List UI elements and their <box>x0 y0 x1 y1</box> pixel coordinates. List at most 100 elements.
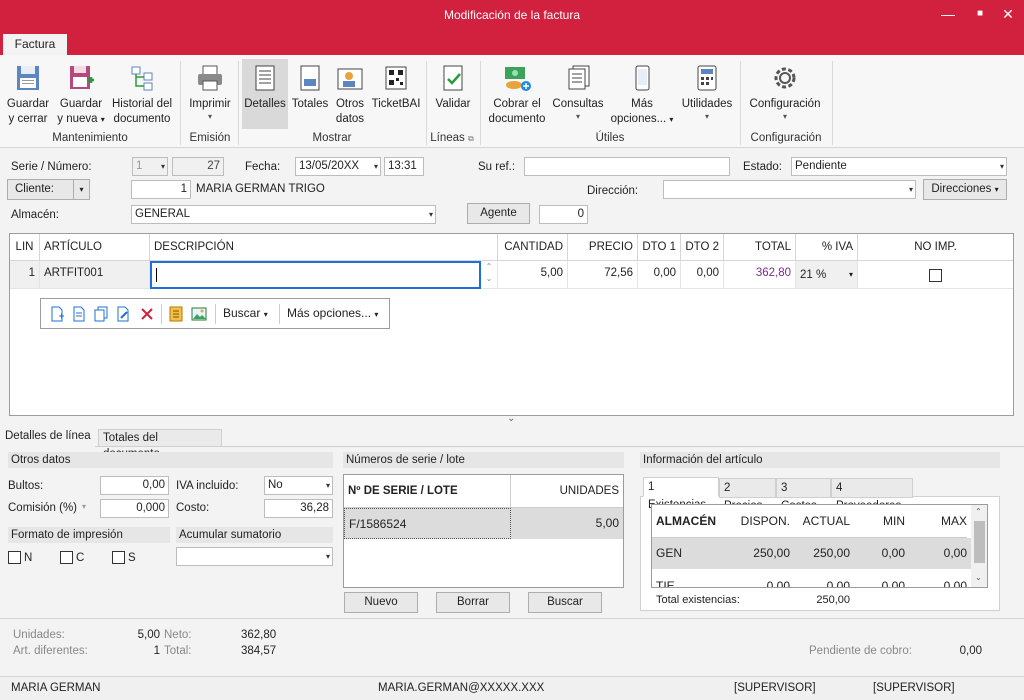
splitter-chevron-icon[interactable]: ⌄ <box>507 413 515 424</box>
almacen-label: Almacén: <box>11 209 59 221</box>
otros-datos-button[interactable]: Otros datos <box>332 59 368 127</box>
insert-line-icon[interactable] <box>71 306 87 322</box>
cell-articulo[interactable]: ARTFIT001 <box>40 261 150 289</box>
col-header-max[interactable]: MAX <box>905 505 967 538</box>
tab-totales-documento[interactable]: Totales del documento <box>98 429 222 460</box>
no-imp-checkbox[interactable] <box>929 269 942 282</box>
copy-line-icon[interactable] <box>93 306 109 322</box>
image-icon[interactable] <box>191 306 207 322</box>
col-header-precio[interactable]: PRECIO <box>568 234 638 261</box>
col-header-actual[interactable]: ACTUAL <box>790 505 850 538</box>
tab-factura[interactable]: Factura <box>3 34 67 55</box>
col-header-lin[interactable]: LIN <box>10 234 40 261</box>
chevron-down-icon[interactable]: ▾ <box>82 502 86 511</box>
buscar-serie-button[interactable]: Buscar <box>528 592 602 613</box>
cliente-code-input[interactable]: 1 <box>131 180 191 199</box>
status-role-1: [SUPERVISOR] <box>734 682 816 694</box>
consultas-button[interactable]: Consultas ▾ <box>550 59 606 122</box>
cell-lin[interactable]: 1 <box>10 261 40 289</box>
cell-precio[interactable]: 72,56 <box>568 261 638 289</box>
delete-line-icon[interactable] <box>139 306 155 322</box>
cell-descripcion-editor[interactable] <box>150 261 481 289</box>
description-scrollbar[interactable]: ⌃ ⌄ <box>481 261 498 289</box>
status-user: MARIA GERMAN <box>11 682 101 694</box>
col-header-cantidad[interactable]: CANTIDAD <box>498 234 568 261</box>
tab-existencias[interactable]: 1 Existencias <box>643 477 719 511</box>
tab-detalles-linea[interactable]: Detalles de línea <box>0 427 95 447</box>
almacen-select[interactable]: GENERAL ▾ <box>131 205 436 224</box>
col-header-total[interactable]: TOTAL <box>724 234 796 261</box>
tab-precios[interactable]: 2 Precios <box>719 478 776 512</box>
configuracion-button[interactable]: Configuración ▾ <box>744 59 826 122</box>
hora-field[interactable]: 13:31 <box>384 157 424 176</box>
tab-costos[interactable]: 3 Costos <box>776 478 831 512</box>
tab-proveedores[interactable]: 4 Proveedores <box>831 478 913 512</box>
serie-select[interactable]: 1 ▾ <box>132 157 168 176</box>
col-header-dto1[interactable]: DTO 1 <box>638 234 681 261</box>
agente-button[interactable]: Agente <box>467 203 530 224</box>
chevron-up-icon[interactable]: ⌃ <box>975 507 982 516</box>
existencias-scrollbar[interactable]: ⌃ ⌄ <box>971 505 987 587</box>
cell-unidades[interactable]: 5,00 <box>511 508 623 539</box>
col-header-articulo[interactable]: ARTÍCULO <box>40 234 150 261</box>
new-line-icon[interactable] <box>49 306 65 322</box>
col-header-iva[interactable]: % IVA <box>796 234 858 261</box>
formato-n-checkbox[interactable] <box>8 551 21 564</box>
col-header-serie[interactable]: Nº DE SERIE / LOTE <box>344 475 511 508</box>
close-button[interactable]: ✕ <box>996 4 1020 24</box>
suref-input[interactable] <box>524 157 730 176</box>
cliente-button[interactable]: Cliente: ▾ <box>7 179 90 200</box>
numero-field[interactable]: 27 <box>172 157 224 176</box>
col-header-dto2[interactable]: DTO 2 <box>681 234 724 261</box>
chevron-down-icon[interactable]: ⌄ <box>975 573 982 582</box>
ticketbai-button[interactable]: TicketBAI <box>370 59 422 112</box>
guardar-cerrar-button[interactable]: Guardar y cerrar <box>4 59 52 127</box>
acumular-sumatorio-select[interactable]: ▾ <box>176 547 333 566</box>
formato-c-checkbox[interactable] <box>60 551 73 564</box>
guardar-nueva-button[interactable]: Guardar y nueva ▾ <box>55 59 107 127</box>
toolbar-separator <box>215 304 216 324</box>
notes-icon[interactable] <box>168 306 184 322</box>
col-header-descripcion[interactable]: DESCRIPCIÓN <box>150 234 498 261</box>
imprimir-button[interactable]: Imprimir ▾ <box>186 59 234 122</box>
detalles-button[interactable]: Detalles <box>242 59 288 129</box>
costo-input[interactable]: 36,28 <box>264 499 333 518</box>
totales-button[interactable]: Totales <box>290 59 330 112</box>
direccion-select[interactable]: ▾ <box>663 180 916 199</box>
col-header-almacen[interactable]: ALMACÉN <box>652 505 732 538</box>
comision-input[interactable]: 0,000 <box>100 499 169 518</box>
utilidades-button[interactable]: Utilidades ▾ <box>678 59 736 122</box>
bultos-input[interactable]: 0,00 <box>100 476 169 495</box>
estado-select[interactable]: Pendiente ▾ <box>791 157 1007 176</box>
cell-iva-select[interactable]: 21 % ▾ <box>796 261 858 289</box>
group-separator <box>426 61 427 145</box>
maximize-button[interactable]: ■ <box>968 4 992 24</box>
validar-button[interactable]: Validar <box>430 59 476 112</box>
mas-opciones-button[interactable]: Más opciones... ▾ <box>608 59 676 127</box>
col-header-dispon[interactable]: DISPON. <box>732 505 790 538</box>
direcciones-button[interactable]: Direcciones ▾ <box>923 179 1007 200</box>
cell-dto1[interactable]: 0,00 <box>638 261 681 289</box>
edit-line-icon[interactable] <box>115 306 131 322</box>
nuevo-serie-button[interactable]: Nuevo <box>344 592 418 613</box>
formato-s-checkbox[interactable] <box>112 551 125 564</box>
cell-cantidad[interactable]: 5,00 <box>498 261 568 289</box>
historial-documento-button[interactable]: Historial del documento <box>109 59 175 127</box>
cobrar-documento-button[interactable]: Cobrar el documento <box>486 59 548 127</box>
col-header-unidades[interactable]: UNIDADES <box>511 475 623 508</box>
buscar-dropdown[interactable]: Buscar ▾ <box>223 306 268 320</box>
cell-dto2[interactable]: 0,00 <box>681 261 724 289</box>
fecha-field[interactable]: 13/05/20XX ▾ <box>295 157 381 176</box>
cell-total[interactable]: 362,80 <box>724 261 796 289</box>
col-header-min[interactable]: MIN <box>850 505 905 538</box>
mas-opciones-dropdown[interactable]: Más opciones... ▾ <box>287 306 378 320</box>
col-header-noimp[interactable]: NO IMP. <box>858 234 1013 261</box>
iva-incluido-select[interactable]: No ▾ <box>264 476 333 495</box>
agente-input[interactable]: 0 <box>539 205 588 224</box>
cell-serie[interactable]: F/1586524 <box>344 508 511 539</box>
group-label-lineas: Líneas ⧉ <box>430 132 474 144</box>
minimize-button[interactable]: — <box>936 4 960 24</box>
neto-value: 362,80 <box>241 629 277 641</box>
scrollbar-thumb[interactable] <box>974 521 985 563</box>
borrar-serie-button[interactable]: Borrar <box>436 592 510 613</box>
